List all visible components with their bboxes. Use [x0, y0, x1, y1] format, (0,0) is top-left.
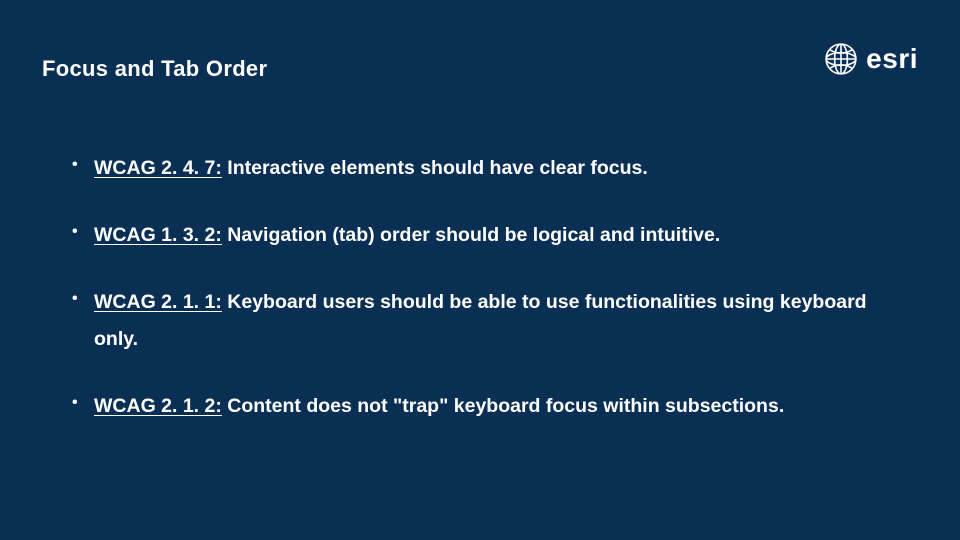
list-item: WCAG 2. 1. 1: Keyboard users should be a… — [70, 284, 900, 358]
wcag-link[interactable]: WCAG 1. 3. 2: — [94, 224, 222, 246]
bullet-list: WCAG 2. 4. 7: Interactive elements shoul… — [70, 150, 900, 425]
brand-logo-text: esri — [866, 43, 918, 75]
list-item: WCAG 1. 3. 2: Navigation (tab) order sho… — [70, 217, 900, 254]
wcag-link[interactable]: WCAG 2. 1. 2: — [94, 395, 222, 417]
bullet-text: Interactive elements should have clear f… — [222, 157, 648, 179]
brand-logo: esri — [824, 42, 918, 76]
slide-title: Focus and Tab Order — [42, 56, 267, 82]
globe-icon — [824, 42, 858, 76]
list-item: WCAG 2. 4. 7: Interactive elements shoul… — [70, 150, 900, 187]
slide: Focus and Tab Order esri WCAG 2. 4. 7: I… — [0, 0, 960, 540]
bullet-text: Content does not "trap" keyboard focus w… — [222, 395, 784, 417]
wcag-link[interactable]: WCAG 2. 1. 1: — [94, 291, 222, 313]
bullet-text: Navigation (tab) order should be logical… — [222, 224, 720, 246]
wcag-link[interactable]: WCAG 2. 4. 7: — [94, 157, 222, 179]
list-item: WCAG 2. 1. 2: Content does not "trap" ke… — [70, 388, 900, 425]
slide-content: WCAG 2. 4. 7: Interactive elements shoul… — [70, 150, 900, 455]
